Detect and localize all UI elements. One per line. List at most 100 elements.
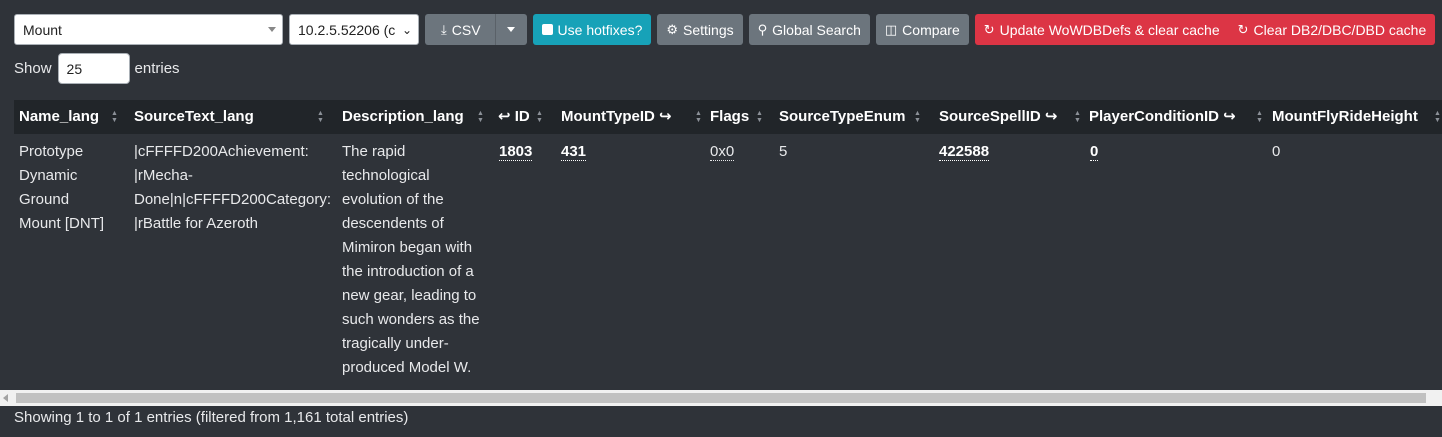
cell-text-line: |rMecha-	[134, 167, 193, 184]
horizontal-scrollbar[interactable]	[0, 390, 1442, 406]
cell-text-line: technological	[342, 167, 430, 184]
cell-text-line: Dynamic	[19, 167, 78, 184]
caret-down-icon	[268, 27, 276, 32]
column-header-player-condition-id[interactable]: PlayerConditionID ↪ ▲ ▼	[1089, 100, 1263, 134]
column-header-label: SourceText_lang	[134, 108, 254, 125]
caret-down-icon	[507, 27, 516, 32]
cell-text-line: |rBattle for Azeroth	[134, 215, 258, 232]
build-select-value: 10.2.5.52206 (c	[298, 21, 396, 38]
column-header-mount-type-id[interactable]: MountTypeID ↪ ▲ ▼	[561, 100, 702, 134]
cell-text-line: |cFFFFD200Achievement:	[134, 143, 309, 160]
global-search-button[interactable]: ⚲ Global Search	[748, 14, 870, 45]
sort-icon: ▲ ▼	[1074, 110, 1081, 124]
compare-label: Compare	[902, 21, 960, 38]
column-header-source-text[interactable]: SourceText_lang ▲ ▼	[134, 100, 324, 134]
cell-source-type-enum: 5	[779, 140, 787, 164]
entries-label: entries	[134, 60, 180, 77]
source-spell-id-link[interactable]: 422588	[939, 143, 990, 161]
global-search-label: Global Search	[772, 21, 861, 38]
settings-label: Settings	[683, 21, 734, 38]
source-type-enum-value: 5	[779, 143, 788, 160]
sort-icon: ▲ ▼	[756, 110, 763, 124]
refresh-icon: ↻	[983, 21, 995, 37]
cell-name-lang: Prototype Dynamic Ground Mount [DNT]	[19, 140, 104, 236]
cell-text-line: Prototype	[19, 143, 84, 160]
use-hotfixes-toggle[interactable]: Use hotfixes?	[532, 14, 652, 45]
update-defs-button[interactable]: ↻ Update WoWDBDefs & clear cache	[974, 14, 1229, 45]
mount-fly-ride-height-value: 0	[1272, 143, 1281, 160]
gear-icon: ⚙	[666, 21, 679, 37]
clear-cache-label: Clear DB2/DBC/DBD cache	[1253, 21, 1427, 38]
column-header-label: SourceTypeEnum	[779, 108, 906, 125]
column-header-name-lang[interactable]: Name_lang ▲ ▼	[19, 100, 118, 134]
column-header-label: SourceSpellID	[939, 108, 1041, 125]
column-header-label: MountTypeID	[561, 108, 655, 125]
data-table: Name_lang ▲ ▼ SourceText_lang ▲ ▼ Descript…	[14, 100, 1442, 390]
sort-icon: ▲ ▼	[317, 110, 324, 124]
column-header-mount-fly-ride-height[interactable]: MountFlyRideHeight ▲ ▼	[1272, 100, 1441, 134]
cell-text-line: evolution of the	[342, 191, 444, 208]
table-info: Showing 1 to 1 of 1 entries (filtered fr…	[14, 409, 409, 426]
cell-text-line: Ground	[19, 191, 70, 208]
mount-type-id-link[interactable]: 431	[561, 143, 587, 161]
hotfix-checkbox[interactable]	[541, 24, 553, 35]
scrollbar-thumb[interactable]	[16, 393, 1426, 403]
cell-text-line: such wonders as the	[342, 311, 480, 328]
show-label: Show	[14, 60, 52, 77]
build-select[interactable]: 10.2.5.52206 (c ⌄	[289, 14, 419, 45]
column-header-label: ID	[514, 108, 530, 125]
cell-text-line: descendents of	[342, 215, 444, 232]
cell-player-condition-id: 0	[1090, 140, 1099, 164]
column-header-flags[interactable]: Flags ▲ ▼	[710, 100, 763, 134]
cell-text-line: Done|n|cFFFFD200Category:	[134, 191, 332, 208]
table-header: Name_lang ▲ ▼ SourceText_lang ▲ ▼ Descript…	[14, 100, 1442, 134]
cell-text-line: The rapid	[342, 143, 406, 160]
csv-button[interactable]: ⤓ CSV	[425, 14, 495, 45]
column-header-source-type-enum[interactable]: SourceTypeEnum ▲ ▼	[779, 100, 921, 134]
sort-icon: ▲ ▼	[1256, 110, 1263, 124]
sort-icon: ▲ ▼	[1434, 110, 1441, 124]
cell-text-line: the introduction of a	[342, 263, 474, 280]
chevron-down-icon: ⌄	[401, 23, 412, 37]
id-link[interactable]: 1803	[499, 143, 533, 161]
column-header-id[interactable]: ↩ ID ▲ ▼	[498, 100, 543, 134]
page-length-control: Show 25 entries	[14, 53, 180, 84]
page-length-input[interactable]: 25	[57, 53, 130, 84]
flags-tooltip-trigger[interactable]: 0x0	[710, 143, 735, 161]
search-icon: ⚲	[757, 21, 768, 37]
cell-mount-fly-ride-height: 0	[1272, 140, 1280, 164]
column-header-description[interactable]: Description_lang ▲ ▼	[342, 100, 484, 134]
sort-icon: ▲ ▼	[914, 110, 921, 124]
column-header-label: MountFlyRideHeight	[1272, 108, 1418, 125]
column-header-label: Description_lang	[342, 108, 464, 125]
player-condition-id-link[interactable]: 0	[1090, 143, 1099, 161]
cell-text-line: Mount [DNT]	[19, 215, 105, 232]
cell-description: The rapid technological evolution of the…	[342, 140, 480, 380]
share-icon: ↪	[1040, 108, 1058, 125]
clear-cache-button[interactable]: ↻ Clear DB2/DBC/DBD cache	[1228, 14, 1436, 45]
table-row: Prototype Dynamic Ground Mount [DNT] |cF…	[14, 134, 1442, 390]
compare-button[interactable]: ◫ Compare	[875, 14, 969, 45]
share-icon: ↪	[1219, 108, 1236, 125]
cell-source-spell-id: 422588	[939, 140, 990, 164]
update-defs-label: Update WoWDBDefs & clear cache	[999, 21, 1220, 38]
share-icon: ↪	[654, 108, 672, 125]
settings-button[interactable]: ⚙ Settings	[657, 14, 743, 45]
cache-button-group: ↻ Update WoWDBDefs & clear cache ↻ Clear…	[974, 14, 1436, 45]
column-header-label: PlayerConditionID	[1089, 108, 1220, 125]
reply-icon: ↩	[498, 108, 515, 125]
table-select[interactable]: Mount	[14, 14, 283, 45]
cell-flags: 0x0	[710, 140, 735, 164]
sort-icon: ▲ ▼	[477, 110, 484, 124]
cell-source-text: |cFFFFD200Achievement: |rMecha- Done|n|c…	[134, 140, 331, 236]
hotfix-label: Use hotfixes?	[557, 21, 643, 38]
cell-text-line: tragically under-	[342, 335, 449, 352]
csv-dropdown-toggle[interactable]	[494, 14, 527, 45]
sort-icon: ▲ ▼	[695, 110, 702, 124]
column-header-source-spell-id[interactable]: SourceSpellID ↪ ▲ ▼	[939, 100, 1081, 134]
column-header-label: Name_lang	[19, 108, 100, 125]
csv-button-group: ⤓ CSV	[425, 14, 527, 45]
scroll-left-arrow-icon[interactable]	[3, 394, 8, 402]
page-length-value: 25	[66, 60, 83, 77]
cell-text-line: Mimiron began with	[342, 239, 473, 256]
